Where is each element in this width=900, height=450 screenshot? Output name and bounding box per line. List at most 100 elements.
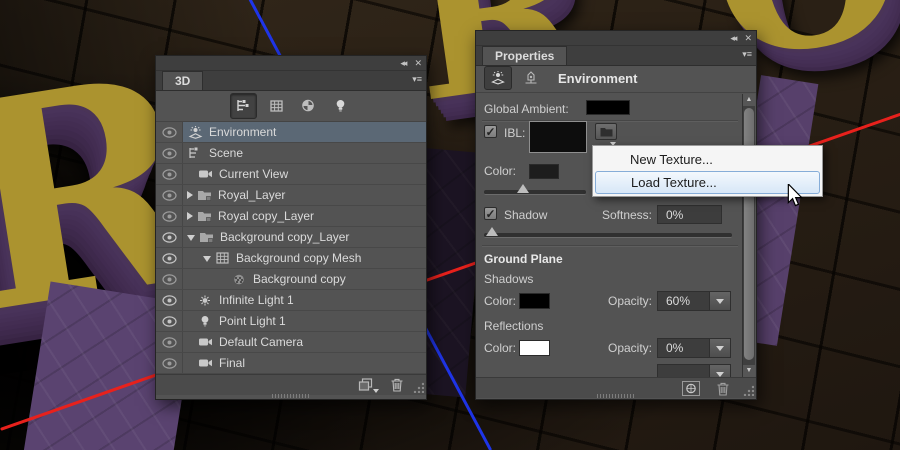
delete-trash-icon[interactable] [390,378,404,392]
expand-caret-icon[interactable] [187,212,193,220]
list-item-current-view[interactable]: Current View [156,164,426,185]
filter-lights-icon[interactable] [328,94,353,118]
list-item-royal-layer[interactable]: Royal_Layer [156,185,426,206]
expand-caret-icon[interactable] [187,191,193,199]
folder-icon [196,210,212,222]
scene-tree-icon [187,147,203,159]
collapse-panel-icon[interactable]: ◂◂ [400,57,407,69]
list-item-final[interactable]: Final [156,353,426,374]
folder-icon [196,189,212,201]
gp-reflections-color-label: Color: [484,341,517,355]
visibility-eye-icon[interactable] [156,143,183,163]
visibility-eye-icon[interactable] [156,206,183,226]
shadow-label: Shadow [504,208,548,222]
visibility-eye-icon[interactable] [156,248,183,268]
material-icon [231,274,247,285]
properties-scrollbar[interactable]: ▲ ▼ [742,94,755,377]
visibility-eye-icon[interactable] [156,185,183,205]
ibl-texture-folder-button[interactable] [595,123,617,140]
slider-thumb[interactable] [517,184,529,193]
gp-shadows-opacity-label: Opacity: [607,294,652,308]
slider-thumb[interactable] [486,227,498,236]
divider [482,245,738,247]
menu-item-load-texture[interactable]: Load Texture... [595,171,820,194]
camera-icon [197,358,213,368]
scene-properties-icon[interactable] [518,67,544,89]
filter-meshes-icon[interactable] [264,94,289,118]
canvas-3d-view[interactable]: R R O [0,0,900,450]
scroll-up-icon[interactable]: ▲ [743,94,755,106]
properties-panel-titlebar[interactable]: ◂◂ ✕ [476,31,756,46]
3d-object-list: Environment Scene Current View Royal_Lay… [156,122,426,374]
divider [482,120,738,122]
panel-drag-handle[interactable] [272,394,310,398]
gp-shadows-opacity-value[interactable]: 60% [657,291,710,311]
visibility-eye-icon[interactable] [156,269,183,289]
environment-icon [187,125,203,139]
visibility-eye-icon[interactable] [156,311,183,331]
scroll-down-icon[interactable]: ▼ [743,365,755,377]
visibility-eye-icon[interactable] [156,164,183,184]
camera-icon [197,337,213,347]
visibility-eye-icon[interactable] [156,332,183,352]
gp-reflections-opacity-value[interactable]: 0% [657,338,710,358]
properties-header: Environment [476,64,756,93]
3d-panel: ◂◂ ✕ 3D ▾≡ Environment Scene Current Vie… [155,55,427,400]
ibl-checkbox[interactable]: ✓ [484,125,497,138]
collapse-caret-icon[interactable] [203,256,211,262]
menu-item-new-texture[interactable]: New Texture... [593,148,822,171]
tab-3d[interactable]: 3D [162,71,204,90]
visibility-eye-icon[interactable] [156,227,183,247]
gp-shadows-label: Shadows [484,272,534,286]
mesh-icon [214,252,230,264]
list-item-background-copy-material[interactable]: Background copy [156,269,426,290]
gp-reflections-color-swatch[interactable] [519,340,550,356]
visibility-eye-icon[interactable] [156,122,183,142]
panel-drag-handle[interactable] [597,394,635,398]
new-item-icon[interactable] [358,378,379,393]
3d-panel-titlebar[interactable]: ◂◂ ✕ [156,56,426,71]
visibility-eye-icon[interactable] [156,353,183,373]
filter-whole-scene-icon[interactable] [229,92,257,119]
resize-grip-icon[interactable] [743,385,754,396]
filter-materials-icon[interactable] [296,94,321,118]
ibl-color-swatch[interactable] [529,164,559,179]
close-panel-icon[interactable]: ✕ [414,57,422,69]
photoshop-3d-workspace: R R O ◂◂ ✕ 3D ▾≡ [0,0,900,450]
visibility-eye-icon[interactable] [156,290,183,310]
gp-reflections-label: Reflections [484,319,544,333]
shadow-softness-slider[interactable] [484,227,732,238]
environment-properties-icon[interactable] [484,66,512,90]
list-item-default-camera[interactable]: Default Camera [156,332,426,353]
resize-grip-icon[interactable] [413,382,424,393]
list-item-background-copy-layer[interactable]: Background copy_Layer [156,227,426,248]
folder-icon [198,231,214,243]
list-item-royal-copy-layer[interactable]: Royal copy_Layer [156,206,426,227]
list-item-scene[interactable]: Scene [156,143,426,164]
gp-shadows-color-swatch[interactable] [519,293,550,309]
panel-menu-icon[interactable]: ▾≡ [742,49,752,60]
shadow-checkbox[interactable]: ✓ [484,207,497,220]
dropdown-arrow-icon[interactable] [710,338,731,358]
list-item-point-light-1[interactable]: Point Light 1 [156,311,426,332]
delete-trash-icon[interactable] [716,382,730,396]
tab-properties[interactable]: Properties [482,46,568,65]
softness-label: Softness: [601,208,652,222]
softness-value-field[interactable]: 0% [657,205,722,224]
list-item-environment[interactable]: Environment [156,122,426,143]
close-panel-icon[interactable]: ✕ [744,32,752,44]
collapse-panel-icon[interactable]: ◂◂ [730,32,737,44]
gp-shadows-opacity-combo[interactable]: 60% [657,291,731,311]
ibl-color-label: Color: [484,164,517,178]
ibl-intensity-slider[interactable] [484,184,586,195]
list-item-background-copy-mesh[interactable]: Background copy Mesh [156,248,426,269]
collapse-caret-icon[interactable] [187,235,195,241]
global-ambient-color-swatch[interactable] [586,100,630,115]
dropdown-arrow-icon[interactable] [710,291,731,311]
list-item-infinite-light-1[interactable]: Infinite Light 1 [156,290,426,311]
render-sphere-icon[interactable] [682,381,700,396]
gp-reflections-opacity-combo[interactable]: 0% [657,338,731,358]
ibl-texture-swatch[interactable] [529,121,587,153]
gp-roughness-combo-clipped[interactable] [657,364,731,377]
panel-menu-icon[interactable]: ▾≡ [412,74,422,85]
